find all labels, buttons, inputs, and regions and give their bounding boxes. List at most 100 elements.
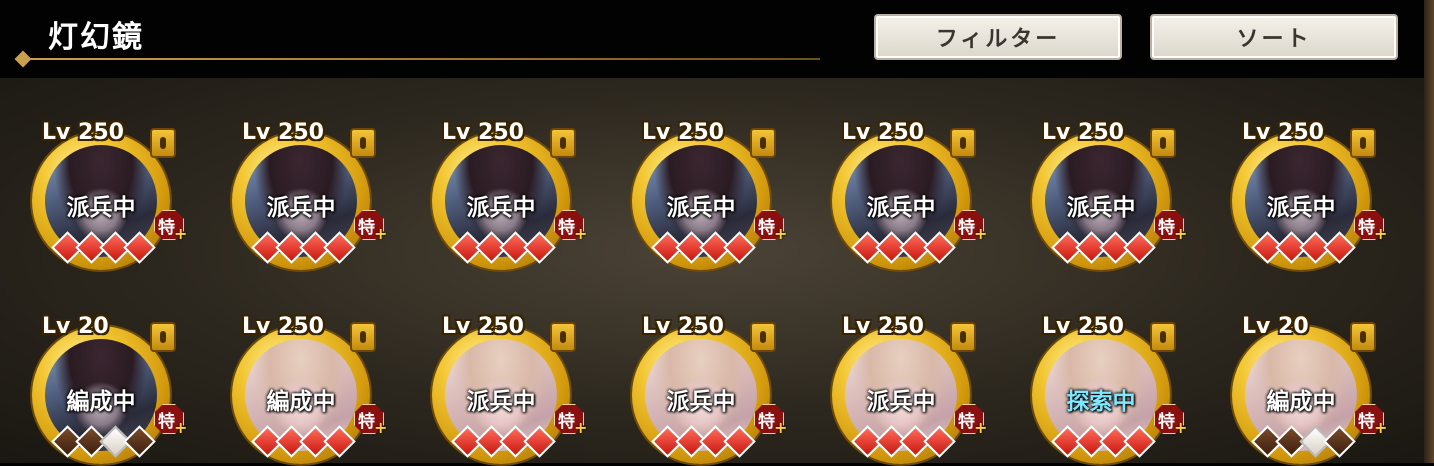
rarity-gem-icon	[1323, 231, 1356, 264]
special-trait-badge: 特 +	[354, 210, 387, 243]
character-card[interactable]: 派兵中 Lv 250 特 +	[32, 120, 187, 272]
level-label: Lv 250	[42, 120, 124, 145]
level-label: Lv 250	[242, 314, 324, 339]
rarity-gem-icon	[1323, 425, 1356, 458]
scroll-frame	[1424, 0, 1434, 463]
level-label: Lv 20	[42, 314, 109, 339]
character-card[interactable]: 編成中 Lv 250 特 +	[232, 314, 387, 466]
character-card[interactable]: 派兵中 Lv 250 特 +	[632, 120, 788, 272]
badge-plus-icon: +	[774, 418, 788, 437]
special-trait-badge: 特 +	[1154, 404, 1188, 437]
badge-label: 特	[1358, 412, 1375, 432]
lock-icon[interactable]	[150, 322, 176, 352]
character-card[interactable]: 派兵中 Lv 250 特 +	[832, 314, 988, 466]
badge-label: 特	[558, 412, 575, 432]
character-card[interactable]: 探索中 Lv 250 特 +	[1032, 314, 1188, 466]
sort-button[interactable]: ソート	[1150, 14, 1398, 60]
title-underline	[24, 58, 820, 60]
badge-label: 特	[1158, 218, 1175, 238]
badge-plus-icon: +	[174, 418, 188, 437]
level-label: Lv 250	[442, 314, 524, 339]
lock-icon[interactable]	[550, 322, 576, 352]
badge-plus-icon: +	[1174, 418, 1188, 437]
level-label: Lv 250	[442, 120, 524, 145]
status-label: 派兵中	[1066, 195, 1136, 221]
special-trait-badge: 特 +	[954, 210, 988, 243]
special-trait-badge: 特 +	[1354, 404, 1387, 437]
rarity-gems	[1251, 231, 1356, 264]
rarity-gem-icon	[1123, 425, 1156, 458]
character-card[interactable]: 派兵中 Lv 250 特 +	[432, 314, 588, 466]
badge-plus-icon: +	[174, 224, 188, 243]
rarity-gem-icon	[323, 231, 356, 264]
lock-icon[interactable]	[950, 128, 976, 158]
lock-icon[interactable]	[1150, 128, 1176, 158]
status-label: 派兵中	[466, 389, 536, 415]
badge-plus-icon: +	[974, 418, 988, 437]
lock-icon[interactable]	[350, 128, 376, 158]
lock-icon[interactable]	[950, 322, 976, 352]
badge-plus-icon: +	[1374, 224, 1388, 243]
rarity-gems	[851, 231, 956, 264]
rarity-gem-icon	[723, 425, 756, 458]
status-label: 派兵中	[266, 195, 336, 221]
status-label: 派兵中	[66, 195, 136, 221]
rarity-gems	[451, 231, 556, 264]
level-label: Lv 250	[242, 120, 324, 145]
rarity-gem-icon	[523, 425, 556, 458]
special-trait-badge: 特 +	[754, 210, 788, 243]
special-trait-badge: 特 +	[1354, 210, 1388, 243]
character-card[interactable]: 派兵中 Lv 250 特 +	[1232, 120, 1388, 272]
lock-icon[interactable]	[1350, 322, 1376, 352]
status-label: 派兵中	[666, 389, 736, 415]
status-label: 派兵中	[1266, 195, 1336, 221]
lock-icon[interactable]	[150, 128, 176, 158]
rarity-gems	[251, 425, 356, 458]
character-card[interactable]: 編成中 Lv 20 特 +	[32, 314, 188, 466]
badge-plus-icon: +	[574, 418, 588, 437]
level-label: Lv 250	[842, 120, 924, 145]
character-card[interactable]: 派兵中 Lv 250 特 +	[632, 314, 787, 466]
rarity-gems	[451, 425, 556, 458]
status-label: 派兵中	[466, 195, 536, 221]
lock-icon[interactable]	[750, 322, 776, 352]
lock-icon[interactable]	[1350, 128, 1376, 158]
badge-plus-icon: +	[974, 224, 988, 243]
badge-plus-icon: +	[774, 224, 788, 243]
lock-icon[interactable]	[1150, 322, 1176, 352]
special-trait-badge: 特 +	[154, 404, 188, 437]
lock-icon[interactable]	[750, 128, 776, 158]
status-label: 派兵中	[866, 195, 936, 221]
rarity-gems	[251, 231, 356, 264]
rarity-gems	[851, 425, 956, 458]
character-card[interactable]: 派兵中 Lv 250 特 +	[832, 120, 988, 272]
rarity-gems	[651, 425, 756, 458]
character-card[interactable]: 派兵中 Lv 250 特 +	[432, 120, 587, 272]
rarity-gems	[651, 231, 756, 264]
character-grid: 派兵中 Lv 250 特 + 派兵中 Lv 250 特 + 派兵中 Lv 250 特 + 派兵中 Lv 2…	[0, 78, 1424, 466]
lock-icon[interactable]	[550, 128, 576, 158]
lock-icon[interactable]	[350, 322, 376, 352]
badge-label: 特	[358, 412, 375, 432]
character-card[interactable]: 派兵中 Lv 250 特 +	[232, 120, 387, 272]
rarity-gems	[51, 231, 156, 264]
rarity-gem-icon	[123, 231, 156, 264]
badge-label: 特	[958, 412, 975, 432]
status-label: 編成中	[1266, 389, 1336, 415]
badge-plus-icon: +	[574, 224, 588, 243]
rarity-gems	[1251, 425, 1356, 458]
character-card[interactable]: 編成中 Lv 20 特 +	[1232, 314, 1387, 466]
filter-button[interactable]: フィルター	[874, 14, 1122, 60]
character-card[interactable]: 派兵中 Lv 250 特 +	[1032, 120, 1187, 272]
special-trait-badge: 特 +	[954, 404, 988, 437]
badge-plus-icon: +	[374, 418, 388, 437]
level-label: Lv 250	[1042, 314, 1124, 339]
special-trait-badge: 特 +	[554, 404, 588, 437]
badge-label: 特	[558, 218, 575, 238]
rarity-gem-icon	[923, 425, 956, 458]
rarity-gem-icon	[123, 425, 156, 458]
rarity-gem-icon	[323, 425, 356, 458]
level-label: Lv 250	[1042, 120, 1124, 145]
special-trait-badge: 特 +	[1154, 210, 1187, 243]
level-label: Lv 250	[642, 314, 724, 339]
